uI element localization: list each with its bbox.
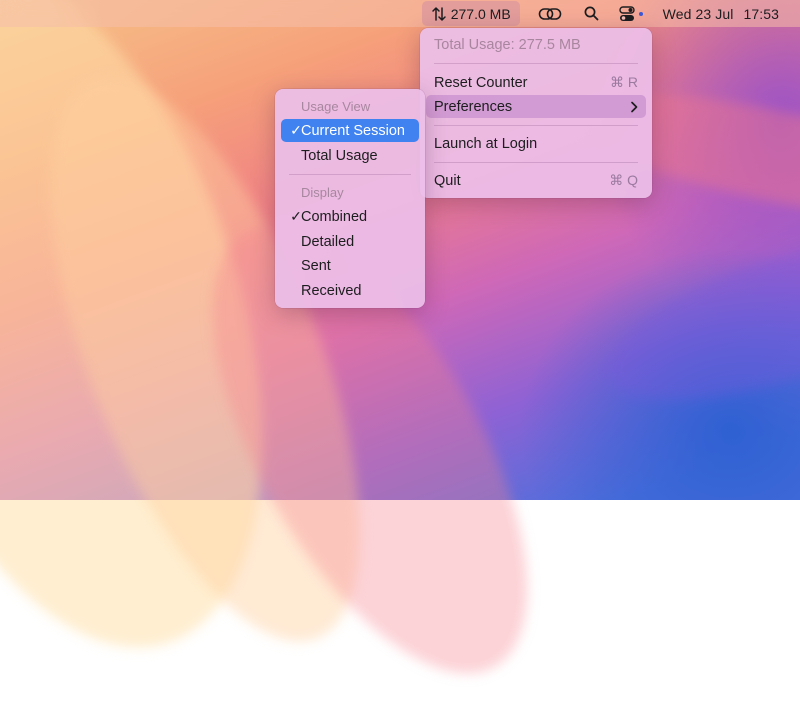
control-center-icon bbox=[618, 5, 645, 22]
search-icon bbox=[584, 6, 599, 21]
network-usage-status-item[interactable]: 277.0 MB bbox=[421, 1, 520, 26]
usage-label: 277.0 MB bbox=[450, 5, 511, 22]
detailed-item[interactable]: Detailed bbox=[281, 230, 419, 253]
link-icon bbox=[538, 6, 562, 22]
combined-label: Combined bbox=[301, 208, 368, 225]
reset-counter-shortcut: ⌘ R bbox=[610, 74, 638, 90]
arrows-up-down-icon bbox=[431, 6, 447, 22]
wallpaper-band bbox=[590, 207, 800, 433]
preferences-item[interactable]: Preferences bbox=[426, 95, 646, 118]
chevron-right-icon bbox=[628, 101, 638, 113]
checkmark-icon: ✓ bbox=[290, 122, 302, 138]
received-item[interactable]: Received bbox=[281, 279, 419, 302]
clock[interactable]: Wed 23 Jul 17:53 bbox=[655, 0, 800, 27]
menu-separator bbox=[434, 125, 638, 126]
total-usage-item: Total Usage: 277.5 MB bbox=[434, 36, 581, 53]
launch-at-login-item[interactable]: Launch at Login bbox=[426, 132, 646, 155]
launch-at-login-label: Launch at Login bbox=[434, 135, 538, 152]
menu-separator bbox=[434, 63, 638, 64]
control-center-button[interactable] bbox=[609, 0, 655, 27]
display-header: Display bbox=[301, 185, 344, 200]
reset-counter-item[interactable]: Reset Counter ⌘ R bbox=[426, 71, 646, 94]
spotlight-button[interactable] bbox=[574, 0, 609, 27]
quit-shortcut: ⌘ Q bbox=[609, 172, 638, 188]
date-label: Wed 23 Jul bbox=[662, 5, 734, 22]
network-usage-menu: Total Usage: 277.5 MB Reset Counter ⌘ R … bbox=[420, 28, 652, 198]
current-session-label: Current Session bbox=[301, 122, 405, 139]
detailed-label: Detailed bbox=[301, 233, 355, 250]
menu-bar: 277.0 MB Wed 23 Jul 17:53 bbox=[0, 0, 800, 27]
preferences-submenu: Usage View ✓ Current Session Total Usage… bbox=[275, 89, 425, 308]
preferences-label: Preferences bbox=[434, 98, 513, 115]
usage-view-header: Usage View bbox=[301, 99, 371, 114]
sent-item[interactable]: Sent bbox=[281, 254, 419, 277]
current-session-item[interactable]: ✓ Current Session bbox=[281, 119, 419, 142]
total-usage-option[interactable]: Total Usage bbox=[281, 144, 419, 167]
time-label: 17:53 bbox=[743, 5, 779, 22]
checkmark-icon: ✓ bbox=[290, 208, 302, 224]
reset-counter-label: Reset Counter bbox=[434, 74, 528, 91]
received-label: Received bbox=[301, 282, 362, 299]
quit-label: Quit bbox=[434, 172, 461, 189]
menu-separator bbox=[434, 162, 638, 163]
quit-item[interactable]: Quit ⌘ Q bbox=[426, 169, 646, 192]
menu-separator bbox=[289, 174, 411, 175]
link-status-item[interactable] bbox=[526, 0, 574, 27]
combined-item[interactable]: ✓ Combined bbox=[281, 205, 419, 228]
total-usage-option-label: Total Usage bbox=[301, 147, 378, 164]
sent-label: Sent bbox=[301, 257, 331, 274]
